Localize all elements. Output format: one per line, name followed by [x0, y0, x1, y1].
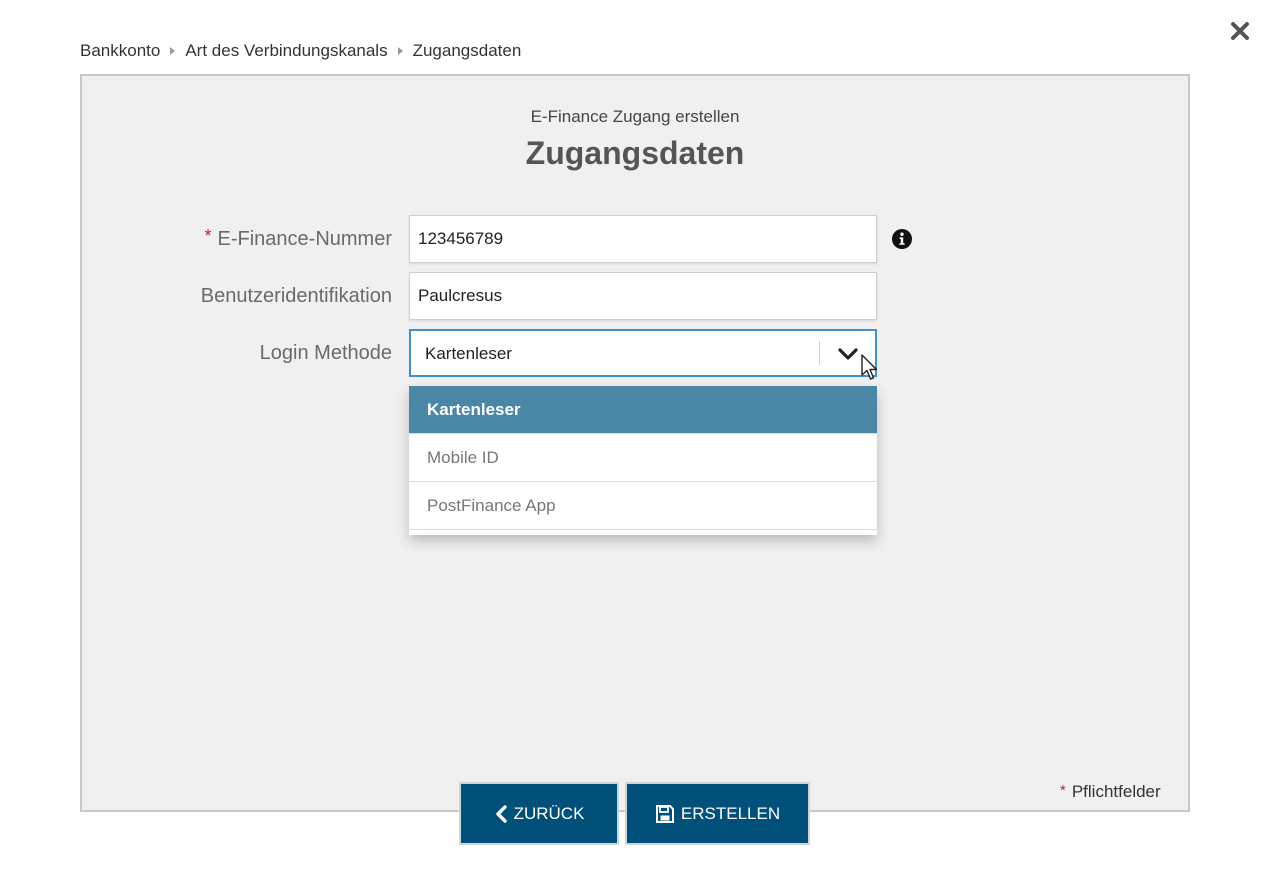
page-title: Zugangsdaten	[525, 135, 745, 171]
select-divider	[819, 341, 820, 365]
breadcrumb-separator-icon	[397, 47, 403, 55]
chevron-down-icon[interactable]	[837, 344, 859, 364]
info-icon[interactable]	[892, 229, 912, 249]
close-button[interactable]	[1229, 20, 1251, 42]
login-method-dropdown: Kartenleser Mobile ID PostFinance App	[409, 386, 877, 535]
dialog: Bankkonto Art des Verbindungskanals Zuga…	[0, 0, 1265, 892]
create-button-label: ERSTELLEN	[680, 803, 781, 823]
efinance-number-label-text: E-Finance-Nummer	[217, 228, 392, 250]
back-button[interactable]: ZURÜCK	[459, 782, 619, 845]
login-method-select[interactable]: Kartenleser	[409, 329, 877, 377]
user-id-label: Benutzeridentifikation	[200, 285, 392, 307]
close-icon	[1231, 22, 1249, 40]
efinance-number-input[interactable]	[409, 215, 877, 263]
page-subtitle: E-Finance Zugang erstellen	[530, 107, 740, 126]
option-postfinance-app[interactable]: PostFinance App	[409, 482, 877, 530]
create-button[interactable]: ERSTELLEN	[625, 782, 810, 845]
breadcrumb-item-bankkonto[interactable]: Bankkonto	[80, 41, 160, 61]
login-method-label: Login Methode	[259, 342, 392, 364]
efinance-number-label: * E-Finance-Nummer	[204, 226, 393, 251]
required-fields-text: Pflichtfelder	[1071, 782, 1161, 801]
user-id-input[interactable]	[409, 272, 877, 320]
mouse-pointer-icon	[861, 354, 878, 380]
breadcrumb: Bankkonto Art des Verbindungskanals Zuga…	[80, 41, 521, 61]
floppy-disk-icon	[655, 804, 674, 823]
breadcrumb-separator-icon	[170, 47, 176, 55]
required-star: *	[1060, 782, 1066, 799]
dropdown-bottom	[409, 530, 877, 535]
required-star: *	[204, 226, 212, 246]
option-kartenleser[interactable]: Kartenleser	[409, 386, 877, 434]
login-method-selected-value: Kartenleser	[425, 344, 512, 363]
form-panel: E-Finance Zugang erstellen Zugangsdaten …	[80, 74, 1190, 812]
breadcrumb-item-verbindungskanal[interactable]: Art des Verbindungskanals	[185, 41, 387, 61]
required-fields-note: * Pflichtfelder	[1060, 782, 1161, 802]
breadcrumb-item-zugangsdaten: Zugangsdaten	[412, 41, 522, 60]
chevron-left-icon	[495, 804, 507, 823]
option-mobile-id[interactable]: Mobile ID	[409, 434, 877, 482]
back-button-label: ZURÜCK	[513, 803, 585, 823]
